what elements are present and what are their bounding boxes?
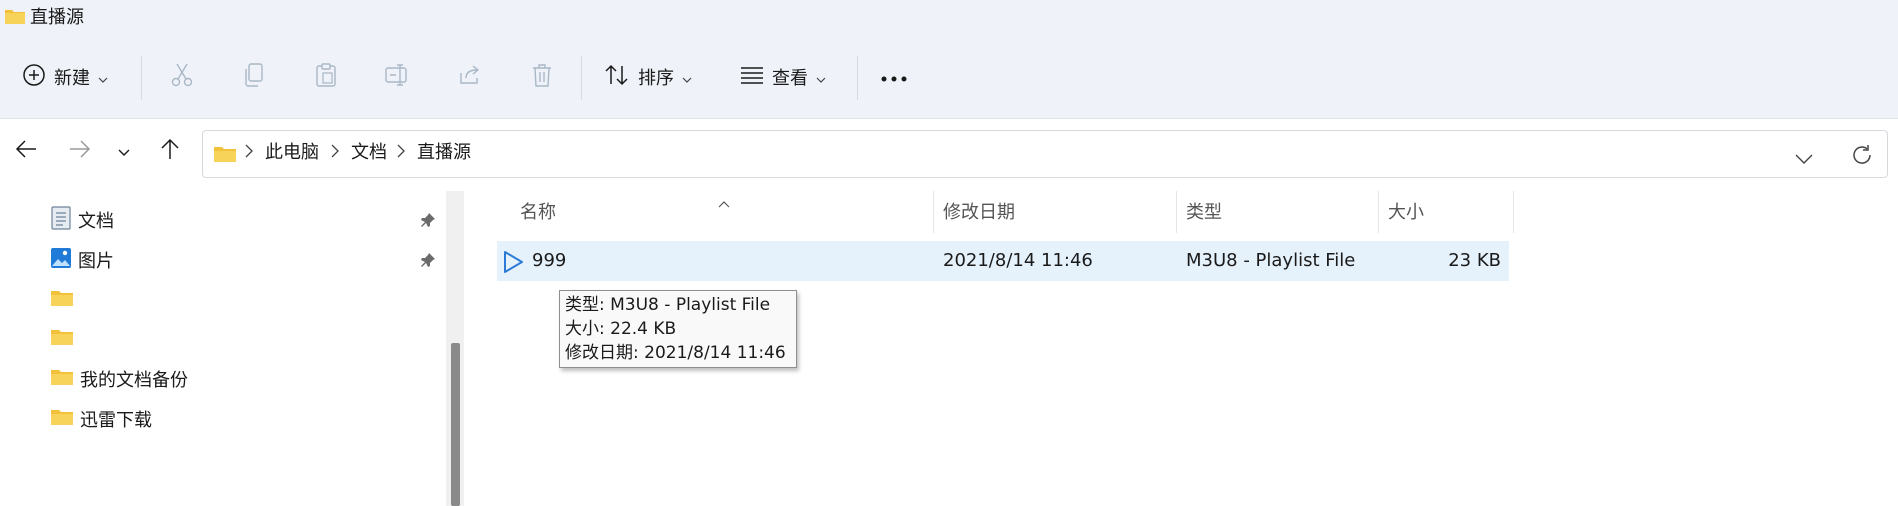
arrow-right-icon	[69, 139, 91, 163]
up-button[interactable]	[152, 133, 188, 169]
sort-button-label: 排序	[638, 68, 674, 89]
sidebar-item-label: 文档	[78, 211, 114, 232]
pictures-icon	[50, 247, 72, 273]
new-button-label: 新建	[54, 68, 90, 89]
share-button[interactable]	[450, 57, 490, 97]
address-history-button[interactable]	[1795, 149, 1813, 168]
folder-icon	[50, 407, 74, 431]
column-header-type[interactable]: 类型	[1186, 201, 1222, 225]
breadcrumb-documents[interactable]: 文档	[351, 141, 387, 165]
sidebar-item-folder[interactable]	[50, 280, 440, 320]
file-size: 23 KB	[1448, 250, 1501, 271]
file-info-tooltip: 类型: M3U8 - Playlist File 大小: 22.4 KB 修改日…	[559, 290, 797, 368]
clipboard-icon	[315, 62, 337, 92]
view-button-label: 查看	[772, 68, 808, 89]
toolbar-divider	[141, 56, 142, 100]
paste-button[interactable]	[306, 57, 346, 97]
cut-button[interactable]	[162, 57, 202, 97]
plus-circle-icon	[22, 63, 46, 91]
address-bar[interactable]: 此电脑 文档 直播源	[202, 130, 1888, 178]
rename-button[interactable]	[378, 57, 418, 97]
folder-icon	[50, 367, 74, 391]
sidebar-item-folder[interactable]	[50, 319, 440, 359]
view-button[interactable]: 查看	[740, 57, 826, 97]
copy-icon	[243, 62, 265, 92]
refresh-icon[interactable]	[1851, 144, 1873, 170]
column-divider[interactable]	[1513, 191, 1514, 233]
folder-icon	[50, 327, 74, 351]
pin-icon[interactable]	[420, 252, 436, 272]
more-options-button[interactable]	[874, 57, 914, 97]
sidebar-scrollbar-thumb[interactable]	[451, 343, 460, 506]
column-divider[interactable]	[1176, 191, 1177, 233]
sidebar-item-documents[interactable]: 文档	[50, 200, 440, 240]
rename-icon	[384, 63, 412, 91]
sidebar-item-pictures[interactable]: 图片	[50, 240, 440, 280]
column-header-modified[interactable]: 修改日期	[943, 201, 1015, 225]
navigation-pane: 文档 图片 我的文档备份 迅雷下载	[0, 191, 470, 506]
tooltip-modified: 修改日期: 2021/8/14 11:46	[565, 343, 786, 363]
documents-icon	[50, 206, 72, 234]
file-type: M3U8 - Playlist File	[1186, 250, 1356, 271]
chevron-down-icon	[118, 142, 130, 161]
recent-locations-button[interactable]	[106, 133, 142, 169]
title-bar: 直播源	[0, 0, 1898, 36]
copy-button[interactable]	[234, 57, 274, 97]
list-view-icon	[740, 65, 764, 89]
column-header-name[interactable]: 名称	[520, 201, 556, 225]
breadcrumb-current-folder[interactable]: 直播源	[417, 141, 471, 165]
sort-icon	[604, 63, 630, 91]
sidebar-item-label: 我的文档备份	[80, 370, 188, 391]
more-icon	[880, 68, 908, 87]
arrow-left-icon	[15, 139, 37, 163]
back-button[interactable]	[8, 133, 44, 169]
pin-icon[interactable]	[420, 212, 436, 232]
forward-button[interactable]	[62, 133, 98, 169]
new-button[interactable]: 新建	[22, 57, 108, 97]
sidebar-item-thunder-downloads[interactable]: 迅雷下载	[50, 399, 440, 439]
file-name: 999	[532, 250, 567, 271]
column-header-size[interactable]: 大小	[1388, 201, 1424, 225]
table-row[interactable]: 999 2021/8/14 11:46 M3U8 - Playlist File…	[497, 241, 1509, 281]
sidebar-item-doc-backup[interactable]: 我的文档备份	[50, 359, 440, 399]
delete-button[interactable]	[522, 57, 562, 97]
sort-button[interactable]: 排序	[604, 57, 692, 97]
arrow-up-icon	[160, 138, 180, 164]
tooltip-type: 类型: M3U8 - Playlist File	[565, 295, 771, 315]
breadcrumb-this-pc[interactable]: 此电脑	[265, 141, 319, 165]
trash-icon	[531, 62, 553, 92]
sidebar-item-label: 迅雷下载	[80, 410, 152, 431]
share-icon	[457, 63, 483, 91]
scissors-icon	[170, 62, 194, 92]
toolbar-divider	[857, 56, 858, 100]
chevron-down-icon	[816, 68, 826, 87]
folder-icon	[50, 288, 74, 312]
chevron-down-icon	[682, 68, 692, 87]
tooltip-size: 大小: 22.4 KB	[565, 319, 677, 339]
chevron-right-icon	[331, 143, 339, 162]
column-divider[interactable]	[933, 191, 934, 233]
play-icon	[502, 250, 524, 278]
folder-icon	[4, 7, 26, 29]
sidebar-item-label: 图片	[78, 251, 114, 272]
column-divider[interactable]	[1378, 191, 1379, 233]
chevron-down-icon	[98, 68, 108, 87]
command-bar: 新建 排序 查看	[0, 36, 1898, 119]
navigation-bar: 此电脑 文档 直播源	[0, 119, 1898, 191]
folder-icon	[213, 144, 237, 168]
sort-ascending-icon	[718, 193, 730, 212]
chevron-right-icon	[245, 143, 253, 162]
toolbar-divider	[581, 56, 582, 100]
file-modified: 2021/8/14 11:46	[943, 250, 1093, 271]
chevron-right-icon	[397, 143, 405, 162]
window-title: 直播源	[30, 7, 84, 28]
